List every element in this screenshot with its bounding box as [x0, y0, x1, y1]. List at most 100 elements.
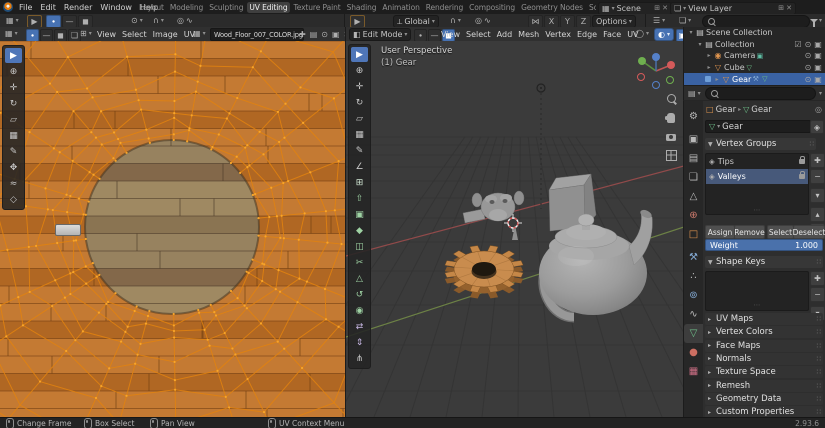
camera-visibility-icon[interactable]: ▣ [813, 75, 823, 84]
menu-window[interactable]: Window [96, 3, 136, 12]
properties-tab-modifiers[interactable]: ⚒ [684, 248, 704, 267]
vertex-group-valleys[interactable]: ◈ Valleys [706, 169, 808, 184]
breadcrumb-data[interactable]: Gear [751, 105, 772, 115]
fake-user-shield-icon[interactable]: ◈ [810, 120, 824, 134]
camera-visibility-icon[interactable]: ▣ [813, 51, 823, 60]
outliner-item-collection[interactable]: ▾ ▤ Collection ☑ ⊙ ▣ [684, 39, 825, 51]
outliner-display-mode-dropdown[interactable]: ❏ ▾ [676, 15, 694, 26]
image-new-icon[interactable]: ✚ [299, 30, 306, 39]
scene-selector[interactable]: ▦ ▾ Scene ⊞ ✕ [598, 1, 672, 15]
viewport-navigation-gizmo[interactable] [634, 49, 678, 93]
overlays-dropdown[interactable]: ◯ ▾ [632, 28, 652, 39]
menu-edit[interactable]: Edit [36, 3, 60, 12]
tab-layout[interactable]: Layout [137, 2, 167, 13]
uv-edge-select-icon[interactable]: — [40, 28, 53, 42]
properties-search-input[interactable] [704, 86, 816, 100]
tab-geometry-nodes[interactable]: Geometry Nodes [519, 2, 586, 13]
panel-texture-space[interactable]: ▸ Texture Space ∷ [705, 366, 823, 379]
shape-keys-panel-header[interactable]: ▼ Shape Keys ∷ [705, 256, 823, 268]
properties-tab-material[interactable]: ● [684, 343, 704, 362]
uv-sticky-select-dropdown[interactable]: ⊞ ▾ [77, 28, 95, 39]
menu-add[interactable]: Add [494, 30, 516, 39]
menu-image[interactable]: Image [150, 30, 181, 39]
uv-tool-rotate[interactable]: ↻ [5, 96, 22, 111]
tab-shading[interactable]: Shading [344, 2, 379, 13]
add-shape-key-button[interactable]: ✚ [810, 271, 825, 286]
tab-rendering[interactable]: Rendering [423, 2, 465, 13]
uv-editor-type-button[interactable]: ▦ ▾ [2, 28, 21, 39]
assign-button[interactable]: Assign [705, 225, 735, 239]
properties-editor-type-dropdown[interactable]: ▤ ▾ [687, 88, 702, 99]
menu-select[interactable]: Select [119, 30, 150, 39]
properties-tab-particles[interactable]: ∴ [684, 267, 704, 286]
menu-view[interactable]: View [94, 30, 119, 39]
uv-pivot-dropdown[interactable]: ⊙ ▾ [128, 15, 146, 26]
uv-tool-pinch[interactable]: ◇ [5, 192, 22, 207]
properties-tab-scene[interactable]: △ [684, 187, 704, 206]
uv-proportional-edit-group[interactable]: ◎ ∿ [174, 15, 196, 26]
menu-select[interactable]: Select [463, 30, 494, 39]
camera-visibility-icon[interactable]: ▣ [813, 63, 823, 72]
tab-uv-editing[interactable]: UV Editing [246, 1, 290, 13]
menu-file[interactable]: File [15, 3, 36, 12]
properties-tab-object-data[interactable]: ▽ [683, 324, 704, 343]
v3d-tool-select-box[interactable]: ▶ [351, 47, 368, 62]
camera-visibility-icon[interactable]: ▣ [813, 40, 823, 49]
v3d-tool-smooth[interactable]: ◉ [351, 303, 368, 318]
v3d-tool-poly-build[interactable]: △ [351, 271, 368, 286]
proportional-edit-group[interactable]: ◎ ∿ [472, 15, 494, 26]
object-suzanne[interactable] [462, 190, 525, 240]
pin-icon[interactable]: ◎ [815, 105, 822, 114]
v3d-tool-rip-region[interactable]: ⋔ [351, 351, 368, 366]
new-view-layer-icon[interactable]: ⊞ [778, 4, 784, 12]
v3d-tool-cursor[interactable]: ⊕ [351, 63, 368, 78]
lock-icon[interactable] [799, 156, 805, 164]
weight-slider[interactable]: Weight 1.000 [705, 239, 823, 251]
viewport-canvas[interactable]: User Perspective (1) Gear ▶ ⊕ ✛ ↻ ▱ ▦ ✎ ∠ ⊞ ⇧ ▣ ◆ ◫ ✂… [345, 41, 684, 417]
add-vertex-group-button[interactable]: ✚ [810, 153, 825, 168]
properties-tab-physics[interactable]: ⊚ [684, 286, 704, 305]
tab-texture-paint[interactable]: Texture Paint [291, 2, 343, 13]
uv-vertex-select-icon[interactable]: ∙ [26, 28, 39, 42]
uv-tool-select-box[interactable]: ▶ [5, 48, 22, 63]
eye-icon[interactable]: ⊙ [803, 75, 813, 84]
lock-icon[interactable] [799, 171, 805, 179]
zoom-icon[interactable] [664, 91, 678, 105]
uv-tool-relax[interactable]: ≈ [5, 176, 22, 191]
panel-vertex-colors[interactable]: ▸ Vertex Colors ∷ [705, 326, 823, 339]
panel-uv-maps[interactable]: ▸ UV Maps ∷ [705, 313, 823, 325]
image-pack-icon[interactable]: ▣ [332, 30, 340, 39]
image-browse-dropdown[interactable]: ▦ ▾ [190, 28, 209, 39]
v3d-tool-extrude-region[interactable]: ⇧ [351, 191, 368, 206]
uv-editor-canvas[interactable]: ▶ ⊕ ✛ ↻ ▱ ▦ ✎ ✥ ≈ ◇ [0, 41, 345, 417]
move-up-icon[interactable]: ▴ [810, 207, 825, 222]
menu-mesh[interactable]: Mesh [515, 30, 542, 39]
tab-sculpting[interactable]: Sculpting [207, 2, 246, 13]
v3d-tool-add-cube[interactable]: ⊞ [351, 175, 368, 190]
v3d-tool-spin[interactable]: ↺ [351, 287, 368, 302]
uv-tool-cursor[interactable]: ⊕ [5, 64, 22, 79]
xray-toggle[interactable]: ◐ ▾ [654, 28, 674, 41]
properties-tab-view-layer[interactable]: ❏ [684, 168, 704, 187]
uv-editor-type-dropdown[interactable]: ▦ ▾ [3, 15, 22, 26]
properties-tab-object[interactable]: □ [684, 225, 704, 244]
remove-view-layer-icon[interactable]: ✕ [786, 4, 792, 12]
disclosure-icon[interactable]: ▾ [696, 41, 704, 48]
v3d-tool-rotate[interactable]: ↻ [351, 95, 368, 110]
menu-vertex[interactable]: Vertex [542, 30, 574, 39]
eye-icon[interactable]: ⊙ [803, 51, 813, 60]
tab-animation[interactable]: Animation [380, 2, 422, 13]
uv-2d-cursor-widget[interactable] [55, 224, 81, 236]
properties-tab-world[interactable]: ⊕ [684, 206, 704, 225]
panel-normals[interactable]: ▸ Normals ∷ [705, 352, 823, 365]
uv-tool-grab[interactable]: ✥ [5, 160, 22, 175]
v3d-tool-edge-slide[interactable]: ⇄ [351, 319, 368, 334]
v3d-tool-transform[interactable]: ▦ [351, 127, 368, 142]
menu-edge[interactable]: Edge [574, 30, 600, 39]
object-gear[interactable] [444, 245, 524, 299]
panel-face-maps[interactable]: ▸ Face Maps ∷ [705, 339, 823, 352]
eye-icon[interactable]: ⊙ [803, 63, 813, 72]
camera-view-icon[interactable] [664, 130, 678, 144]
vertex-groups-panel-header[interactable]: ▼ Vertex Groups ∷ [705, 138, 816, 150]
new-scene-icon[interactable]: ⊞ [654, 4, 660, 12]
